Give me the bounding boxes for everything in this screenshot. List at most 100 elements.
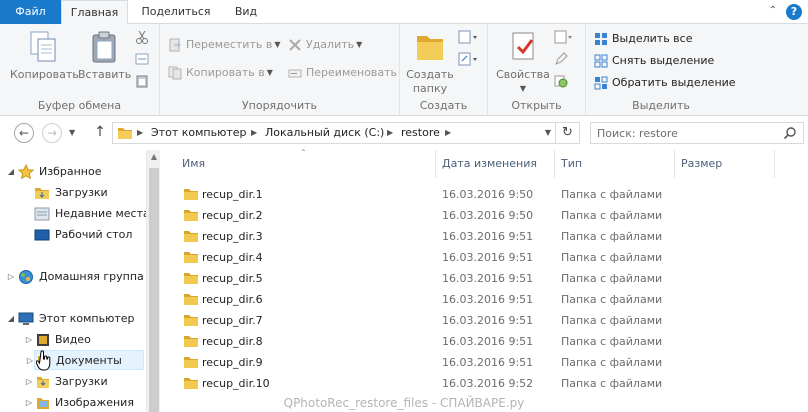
file-type: Папка с файлами <box>561 209 663 222</box>
paste-button[interactable]: Вставить <box>78 30 131 82</box>
new-folder-button[interactable]: Создать папку <box>406 30 454 96</box>
group-select: Выделить все Снять выделение Обратить вы… <box>586 24 736 116</box>
copy-path-icon[interactable] <box>135 52 149 66</box>
file-date: 16.03.2016 9:51 <box>442 293 534 306</box>
tree-item-desktop[interactable]: Рабочий стол <box>34 225 132 245</box>
breadcrumb-separator-icon[interactable]: ▶ <box>445 123 451 143</box>
breadcrumb-this-pc[interactable]: Этот компьютер <box>151 123 247 143</box>
ribbon-collapse-icon[interactable]: ⌃ <box>766 4 780 18</box>
new-folder-label-2: папку <box>412 82 448 95</box>
select-all-button[interactable]: Выделить все <box>594 30 692 48</box>
table-row[interactable]: recup_dir.5 16.03.2016 9:51 Папка с файл… <box>160 268 808 289</box>
tab-home[interactable]: Главная <box>61 0 128 25</box>
tree-label: Загрузки <box>55 186 108 199</box>
group-title-create: Создать <box>419 99 468 112</box>
help-icon[interactable]: ? <box>786 4 802 20</box>
tab-share[interactable]: Поделиться <box>132 0 220 24</box>
invert-selection-button[interactable]: Обратить выделение <box>594 74 736 92</box>
tree-item-homegroup[interactable]: ▷ Домашняя группа <box>8 267 144 287</box>
column-header-size[interactable]: Размер <box>675 150 775 178</box>
table-row[interactable]: recup_dir.3 16.03.2016 9:51 Папка с файл… <box>160 226 808 247</box>
address-bar[interactable]: ▶ Этот компьютер ▶ Локальный диск (C:) ▶… <box>112 122 556 144</box>
collapsed-arrow-icon[interactable]: ▷ <box>24 330 34 350</box>
folder-icon <box>184 357 198 368</box>
move-to-button[interactable]: Переместить в ▼ <box>168 36 281 54</box>
table-row[interactable]: recup_dir.7 16.03.2016 9:51 Папка с файл… <box>160 310 808 331</box>
table-row[interactable]: recup_dir.8 16.03.2016 9:51 Папка с файл… <box>160 331 808 352</box>
invert-selection-label: Обратить выделение <box>612 76 736 89</box>
paste-shortcut-icon[interactable] <box>135 74 149 88</box>
edit-icon[interactable] <box>554 52 568 66</box>
file-type: Папка с файлами <box>561 356 663 369</box>
recent-locations-icon[interactable]: ▼ <box>69 128 75 137</box>
breadcrumb-separator-icon[interactable]: ▶ <box>387 123 393 143</box>
expanded-arrow-icon[interactable]: ◢ <box>6 162 16 182</box>
breadcrumb-separator-icon[interactable]: ▶ <box>137 123 143 143</box>
tree-item-downloads[interactable]: Загрузки <box>34 183 108 203</box>
search-input[interactable] <box>597 125 777 141</box>
rename-button[interactable]: Переименовать <box>288 64 397 82</box>
folder-icon <box>184 336 198 347</box>
tree-item-video[interactable]: ▷ Видео <box>26 330 91 350</box>
select-all-label: Выделить все <box>612 32 693 45</box>
tree-item-downloads-pc[interactable]: ▷ Загрузки <box>26 372 108 392</box>
column-header-name[interactable]: Имя <box>176 150 436 178</box>
table-row[interactable]: recup_dir.1 16.03.2016 9:50 Папка с файл… <box>160 184 808 205</box>
navigation-bar: ← → ▼ ↑ ▶ Этот компьютер ▶ Локальный дис… <box>0 116 808 150</box>
folder-icon <box>184 189 198 200</box>
open-icon[interactable] <box>554 30 572 44</box>
column-header-date[interactable]: Дата изменения <box>436 150 555 178</box>
refresh-button[interactable]: ↻ <box>556 122 580 144</box>
new-item-icon[interactable] <box>458 30 478 44</box>
address-dropdown-icon[interactable]: ▼ <box>545 123 551 143</box>
easy-access-icon[interactable] <box>458 52 478 66</box>
star-icon <box>18 164 34 180</box>
hand-cursor-icon <box>36 350 51 371</box>
table-row[interactable]: recup_dir.10 16.03.2016 9:52 Папка с фай… <box>160 373 808 394</box>
select-none-button[interactable]: Снять выделение <box>594 52 714 70</box>
scrollbar-thumb[interactable] <box>149 168 159 412</box>
forward-button[interactable]: → <box>42 123 62 143</box>
cut-icon[interactable] <box>135 30 149 44</box>
tree-label: Загрузки <box>55 375 108 388</box>
file-name: recup_dir.4 <box>202 251 263 264</box>
copy-button[interactable]: Копировать <box>10 30 79 82</box>
up-arrow-icon[interactable]: ↑ <box>92 124 108 140</box>
delete-icon <box>289 39 301 51</box>
tab-file[interactable]: Файл <box>0 0 61 24</box>
collapsed-arrow-icon[interactable]: ▷ <box>25 351 35 371</box>
collapsed-arrow-icon[interactable]: ▷ <box>6 267 16 287</box>
tree-item-favorites[interactable]: ◢ Избранное <box>8 162 101 182</box>
copy-to-button[interactable]: Копировать в ▼ <box>168 64 273 82</box>
table-row[interactable]: recup_dir.6 16.03.2016 9:51 Папка с файл… <box>160 289 808 310</box>
file-date: 16.03.2016 9:52 <box>442 377 534 390</box>
group-title-open: Открыть <box>511 99 562 112</box>
properties-button[interactable]: Свойства ▼ <box>494 30 552 96</box>
search-icon[interactable] <box>783 126 797 140</box>
tree-item-this-pc[interactable]: ◢ Этот компьютер <box>8 309 135 329</box>
folder-icon <box>184 273 198 284</box>
file-name: recup_dir.7 <box>202 314 263 327</box>
back-button[interactable]: ← <box>14 123 34 143</box>
desktop-icon <box>34 229 50 241</box>
table-row[interactable]: recup_dir.9 16.03.2016 9:51 Папка с файл… <box>160 352 808 373</box>
delete-button[interactable]: Удалить ▼ <box>288 36 362 54</box>
table-row[interactable]: recup_dir.4 16.03.2016 9:51 Папка с файл… <box>160 247 808 268</box>
breadcrumb-local-disk[interactable]: Локальный диск (C:) <box>265 123 384 143</box>
expanded-arrow-icon[interactable]: ◢ <box>6 309 16 329</box>
history-icon[interactable] <box>554 74 568 88</box>
column-header-type[interactable]: Тип <box>555 150 675 178</box>
tree-item-recent-places[interactable]: Недавние места <box>34 204 150 224</box>
scroll-up-icon[interactable]: ▲ <box>147 152 161 161</box>
move-to-icon <box>169 38 181 52</box>
breadcrumb-separator-icon[interactable]: ▶ <box>251 123 257 143</box>
chevron-down-icon: ▼ <box>519 84 527 93</box>
tree-label: Рабочий стол <box>55 228 133 241</box>
collapsed-arrow-icon[interactable]: ▷ <box>24 372 34 392</box>
folder-icon <box>184 294 198 305</box>
file-type: Папка с файлами <box>561 251 663 264</box>
tab-view[interactable]: Вид <box>224 0 268 24</box>
table-row[interactable]: recup_dir.2 16.03.2016 9:50 Папка с файл… <box>160 205 808 226</box>
breadcrumb-restore[interactable]: restore <box>401 123 440 143</box>
navigation-pane-scrollbar[interactable]: ▲ <box>146 150 160 412</box>
